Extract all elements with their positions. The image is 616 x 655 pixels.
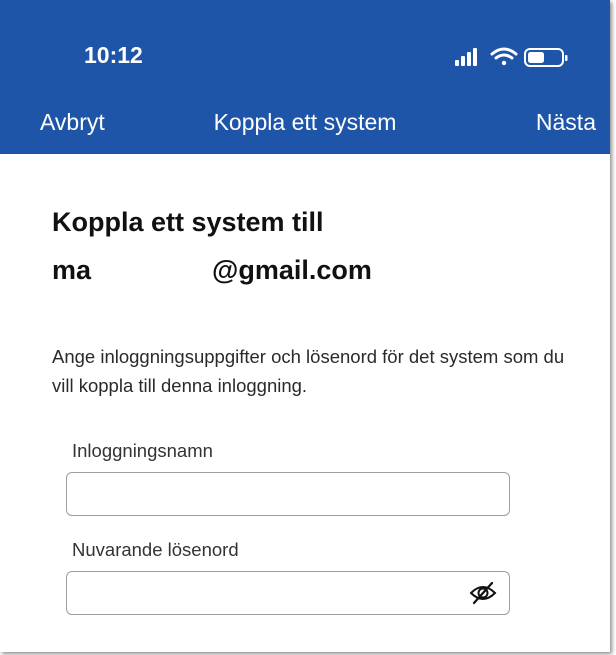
username-field[interactable] [66, 472, 510, 516]
status-time: 10:12 [84, 42, 143, 68]
cancel-button[interactable]: Avbryt [40, 109, 105, 136]
cellular-signal-icon [455, 48, 477, 66]
battery-icon [524, 48, 568, 67]
next-button[interactable]: Nästa [536, 109, 596, 136]
eye-slash-icon[interactable] [469, 581, 497, 605]
instructions-text: Ange inloggningsuppgifter och lösenord f… [52, 346, 565, 396]
top-bar: 10:12 Avbryt Koppla ett system Nästa [0, 0, 610, 154]
page-title-email: ma @gmail.com [52, 246, 372, 294]
password-label: Nuvarande lösenord [72, 539, 239, 560]
page-title: Koppla ett system till ma @gmail.com [52, 198, 372, 294]
password-field[interactable] [66, 571, 510, 615]
email-prefix: ma [52, 255, 92, 285]
email-domain: @gmail.com [212, 255, 372, 285]
page-title-line1: Koppla ett system till [52, 207, 324, 237]
username-label: Inloggningsnamn [72, 440, 213, 461]
status-icons [455, 47, 568, 67]
app-screen: 10:12 Avbryt Koppla ett system Nästa Kop… [0, 0, 610, 652]
wifi-icon [490, 47, 518, 66]
